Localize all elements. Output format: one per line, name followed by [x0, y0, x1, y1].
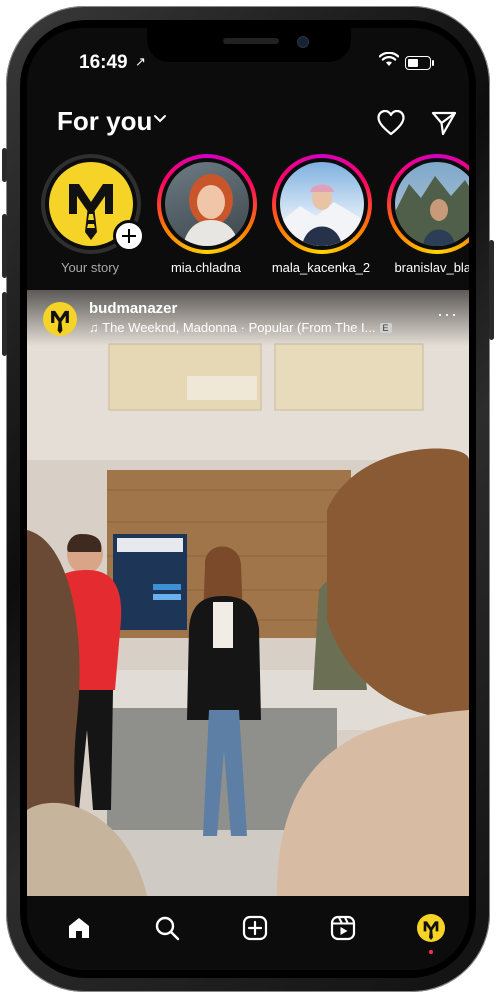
- post-music-line[interactable]: ♫ The Weeknd, Madonna · Popular (From Th…: [89, 320, 419, 335]
- reels-icon: [330, 915, 356, 941]
- nav-reels[interactable]: [323, 908, 363, 948]
- story-ring: [272, 154, 372, 254]
- story-label: mala_kacenka_2: [271, 260, 371, 275]
- create-icon: [242, 915, 268, 941]
- feed-header: For you: [27, 106, 469, 142]
- front-camera: [297, 36, 309, 48]
- budmanazer-logo: [51, 310, 69, 334]
- status-bar: 16:49 ↗: [27, 50, 469, 80]
- story-label: mia.chladna: [170, 260, 242, 275]
- send-icon[interactable]: [431, 110, 457, 136]
- add-story-icon[interactable]: [113, 220, 145, 252]
- wifi-icon: [379, 52, 399, 66]
- story-label: Your story: [60, 260, 120, 275]
- profile-avatar: [417, 914, 445, 942]
- music-note-icon: ♫: [89, 320, 103, 335]
- story-item-branislav-blaz[interactable]: branislav_blaz: [385, 154, 469, 280]
- notification-dot: [429, 950, 433, 954]
- power-button: [489, 240, 494, 340]
- post-header: budmanazer ♫ The Weeknd, Madonna · Popul…: [27, 290, 469, 346]
- budmanazer-logo: [423, 921, 439, 940]
- speaker: [223, 38, 279, 44]
- search-icon: [155, 916, 180, 941]
- story-ring: [157, 154, 257, 254]
- story-label: branislav_blaz: [394, 260, 469, 275]
- story-ring: [387, 154, 469, 254]
- explicit-badge: E: [379, 323, 392, 333]
- story-item-mala-kacenka-2[interactable]: mala_kacenka_2: [270, 154, 372, 280]
- story-item-mia-chladna[interactable]: mia.chladna: [155, 154, 257, 280]
- post-author-avatar[interactable]: [43, 302, 77, 336]
- status-time: 16:49: [79, 52, 128, 73]
- stories-tray: Your story mia.chladna mala_kacenka_2 br…: [27, 154, 469, 280]
- avatar: [165, 162, 249, 246]
- feed-post[interactable]: budmanazer ♫ The Weeknd, Madonna · Popul…: [27, 290, 469, 896]
- chevron-down-icon[interactable]: [153, 114, 167, 124]
- post-username[interactable]: budmanazer: [89, 300, 177, 317]
- app-screen: 16:49 ↗ For you Your story mia.chladna m…: [27, 28, 469, 970]
- nav-profile[interactable]: [411, 908, 451, 954]
- nav-search[interactable]: [147, 908, 187, 948]
- battery-icon: [405, 56, 434, 70]
- post-music-title: The Weeknd, Madonna · Popular (From The …: [102, 320, 376, 335]
- more-options-icon[interactable]: ···: [437, 304, 458, 325]
- avatar: [395, 162, 469, 246]
- home-icon: [69, 918, 89, 938]
- post-photo[interactable]: [27, 290, 469, 896]
- avatar: [280, 162, 364, 246]
- nav-create[interactable]: [235, 908, 275, 948]
- bottom-nav: [27, 896, 469, 970]
- location-arrow-icon: ↗: [135, 54, 146, 69]
- story-item-own[interactable]: Your story: [39, 154, 145, 280]
- heart-icon[interactable]: [377, 110, 405, 136]
- volume-up-button: [2, 214, 7, 278]
- nav-home[interactable]: [59, 908, 99, 948]
- feed-title[interactable]: For you: [57, 106, 152, 137]
- mute-switch: [2, 148, 7, 182]
- volume-down-button: [2, 292, 7, 356]
